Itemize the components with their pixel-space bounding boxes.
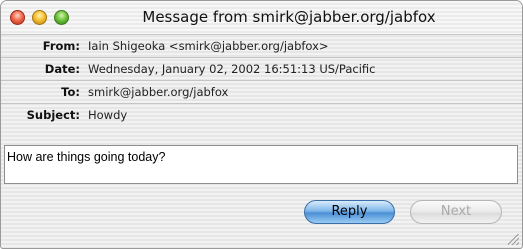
resize-grip-icon[interactable] (508, 234, 519, 245)
message-headers: From: Iain Shigeoka <smirk@jabber.org/ja… (1, 36, 522, 140)
to-label: To: (61, 85, 80, 99)
close-icon[interactable] (10, 10, 25, 25)
zoom-icon[interactable] (54, 10, 69, 25)
header-row-from: From: Iain Shigeoka <smirk@jabber.org/ja… (1, 36, 522, 56)
minimize-icon[interactable] (32, 10, 47, 25)
header-row-to: To: smirk@jabber.org/jabfox (1, 82, 522, 102)
from-label: From: (42, 39, 80, 53)
message-window: Message from smirk@jabber.org/jabfox Fro… (0, 0, 523, 249)
subject-label: Subject: (26, 108, 80, 122)
date-value: Wednesday, January 02, 2002 16:51:13 US/… (88, 62, 376, 76)
header-divider (1, 57, 522, 58)
to-value: smirk@jabber.org/jabfox (88, 85, 229, 99)
header-divider (1, 80, 522, 81)
header-row-date: Date: Wednesday, January 02, 2002 16:51:… (1, 59, 522, 79)
message-body[interactable]: How are things going today? (4, 145, 518, 184)
window-title: Message from smirk@jabber.org/jabfox (142, 8, 436, 26)
next-button[interactable]: Next (410, 200, 502, 224)
date-label: Date: (44, 62, 80, 76)
from-value: Iain Shigeoka <smirk@jabber.org/jabfox> (88, 39, 329, 53)
reply-button[interactable]: Reply (304, 200, 395, 224)
header-divider (1, 103, 522, 104)
header-row-subject: Subject: Howdy (1, 105, 522, 125)
title-bar[interactable]: Message from smirk@jabber.org/jabfox (1, 1, 522, 35)
subject-value: Howdy (88, 108, 128, 122)
